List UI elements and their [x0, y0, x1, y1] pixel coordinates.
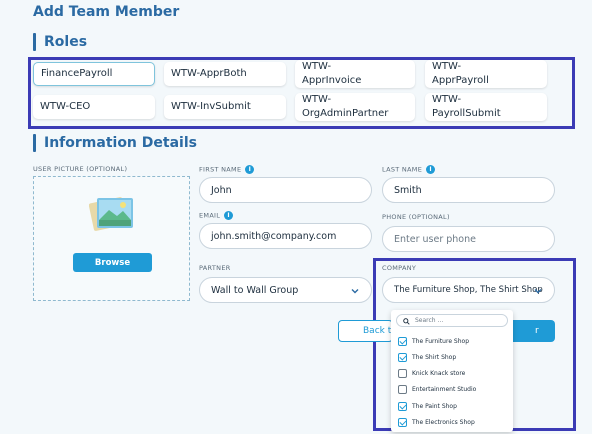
info-section-title: Information Details [44, 135, 197, 151]
user-picture-dropzone[interactable]: Browse [33, 176, 190, 301]
search-icon [403, 318, 410, 325]
back-button[interactable]: Back t [338, 320, 393, 342]
checkbox-checked[interactable] [398, 401, 407, 411]
last-name-label: LAST NAME i [382, 165, 436, 174]
dropdown-option-label: Entertainment Studio [412, 385, 477, 393]
image-placeholder-icon [89, 197, 133, 231]
browse-button[interactable]: Browse [73, 253, 152, 272]
role-chip-wtw-ceo[interactable]: WTW-CEO [33, 95, 155, 119]
checkbox-checked[interactable] [398, 417, 407, 427]
company-dropdown: Search ... The Furniture Shop The Shirt … [391, 310, 513, 432]
roles-section-title: Roles [44, 34, 88, 50]
email-label-text: EMAIL [199, 211, 221, 220]
phone-label: PHONE (OPTIONAL) [382, 213, 450, 221]
role-chip-wtw-apprpayroll[interactable]: WTW- ApprPayroll [425, 60, 547, 88]
company-select[interactable]: The Furniture Shop, The Shirt Shop, T... [382, 277, 555, 303]
role-chip-wtw-apprinvoice[interactable]: WTW- ApprInvoice [295, 60, 415, 88]
first-name-label: FIRST NAME i [199, 165, 255, 174]
company-select-value: The Furniture Shop, The Shirt Shop, T... [394, 285, 543, 295]
info-icon[interactable]: i [224, 211, 234, 220]
dropdown-search-placeholder: Search ... [415, 317, 444, 324]
dropdown-option[interactable]: Knick Knack store [398, 367, 465, 379]
dropdown-option-label: The Furniture Shop [412, 337, 470, 345]
info-icon[interactable]: i [426, 165, 436, 174]
checkbox-checked[interactable] [398, 336, 407, 346]
partner-select-value: Wall to Wall Group [211, 284, 299, 296]
first-name-label-text: FIRST NAME [199, 165, 242, 174]
first-name-field[interactable]: John [199, 177, 372, 203]
dropdown-option[interactable]: The Paint Shop [398, 400, 457, 412]
submit-button[interactable]: r [508, 320, 555, 342]
dropdown-option[interactable]: The Electronics Shop [398, 416, 475, 428]
dropdown-option[interactable]: The Furniture Shop [398, 335, 469, 347]
role-chip-wtw-invsubmit[interactable]: WTW-InvSubmit [164, 95, 286, 119]
roles-section-bar [33, 33, 36, 51]
partner-select[interactable]: Wall to Wall Group [199, 277, 372, 303]
company-label: COMPANY [382, 264, 417, 272]
checkbox-checked[interactable] [398, 352, 407, 362]
role-chip-financepayroll[interactable]: FinancePayroll [33, 62, 155, 86]
dropdown-option[interactable]: The Shirt Shop [398, 351, 456, 363]
checkbox-unchecked[interactable] [398, 368, 407, 378]
dropdown-option-label: The Paint Shop [412, 402, 457, 410]
chevron-down-icon [534, 289, 542, 294]
checkbox-unchecked[interactable] [398, 384, 407, 394]
chevron-down-icon [351, 289, 359, 294]
dropdown-option-label: The Electronics Shop [412, 418, 475, 426]
email-field[interactable]: john.smith@company.com [199, 223, 372, 249]
page-title: Add Team Member [33, 4, 180, 20]
dropdown-option[interactable]: Entertainment Studio [398, 383, 476, 395]
dropdown-option-label: The Shirt Shop [412, 353, 457, 361]
partner-label: PARTNER [199, 264, 231, 272]
role-chip-wtw-apprboth[interactable]: WTW-ApprBoth [164, 62, 286, 86]
role-chip-wtw-orgadminpartner[interactable]: WTW- OrgAdminPartner [295, 93, 415, 121]
dropdown-search-input[interactable]: Search ... [396, 314, 508, 327]
email-label: EMAIL i [199, 211, 234, 220]
info-section-bar [33, 134, 36, 152]
info-icon[interactable]: i [245, 165, 255, 174]
last-name-label-text: LAST NAME [382, 165, 423, 174]
dropdown-option-label: Knick Knack store [412, 369, 466, 377]
user-picture-label: USER PICTURE (OPTIONAL) [33, 165, 128, 173]
last-name-field[interactable]: Smith [382, 177, 555, 203]
role-chip-wtw-payrollsubmit[interactable]: WTW- PayrollSubmit [425, 93, 547, 121]
phone-field[interactable]: Enter user phone [382, 226, 555, 252]
